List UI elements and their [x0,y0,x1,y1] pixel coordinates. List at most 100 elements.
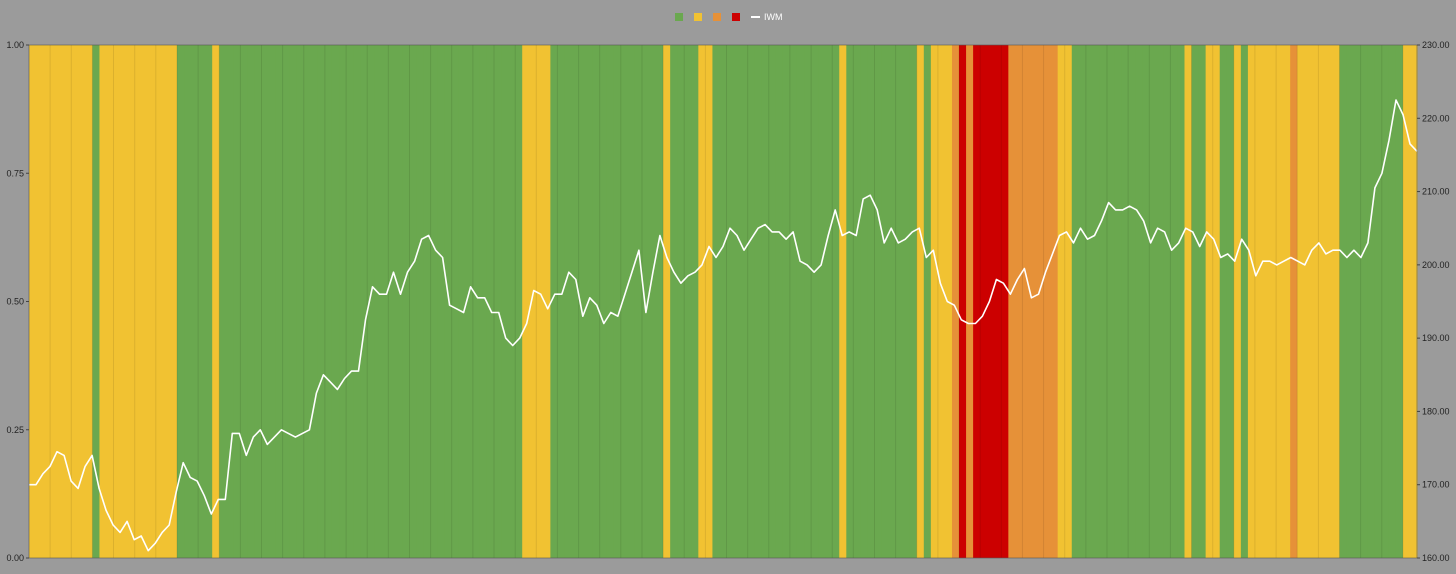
right-axis-tick-label: 230.00 [1422,40,1450,50]
regime-band [1078,45,1087,558]
regime-band [1254,45,1263,558]
regime-band [930,45,939,558]
regime-band [895,45,904,558]
regime-band [1332,45,1341,558]
regime-band [1001,45,1009,558]
regime-band [712,45,721,558]
regime-band [494,45,502,558]
regime-band [155,45,164,558]
regime-band [804,45,812,558]
regime-band [1163,45,1172,558]
regime-band [1135,45,1143,558]
regime-band [1297,45,1305,558]
regime-band [99,45,108,558]
regime-band [212,45,220,558]
regime-band [768,45,777,558]
regime-band [782,45,791,558]
regime-band [310,45,319,558]
regime-band [994,45,1002,558]
regime-band [367,45,375,558]
regime-band [1409,45,1418,558]
regime-band [36,45,44,558]
legend-label: IWM [764,12,783,22]
regime-band [853,45,861,558]
regime-band [57,45,65,558]
regime-band [1121,45,1129,558]
regime-band [324,45,333,558]
regime-band [796,45,805,558]
regime-band [888,45,897,558]
regime-band [761,45,770,558]
regime-band [663,45,671,558]
regime-band [916,45,925,558]
regime-band [1036,45,1045,558]
regime-band [754,45,763,558]
regime-band [627,45,636,558]
regime-band [1149,45,1157,558]
regime-band [825,45,833,558]
regime-band [141,45,150,558]
regime-band [360,45,368,558]
regime-band [656,45,664,558]
regime-band [43,45,51,558]
regime-band [1114,45,1122,558]
regime-band [451,45,460,558]
legend: IWM [675,12,783,22]
regime-band [649,45,657,558]
regime-band [303,45,312,558]
regime-band [501,45,509,558]
regime-band [909,45,918,558]
left-axis-tick-label: 1.00 [6,40,24,50]
regime-band [1360,45,1369,558]
regime-band [92,45,101,558]
regime-band [684,45,692,558]
regime-band [599,45,608,558]
regime-band [1226,45,1235,558]
regime-band [162,45,171,558]
regime-band [832,45,840,558]
right-axis-tick-label: 170.00 [1422,480,1450,490]
regime-band [169,45,178,558]
regime-band [233,45,241,558]
regime-band [1283,45,1291,558]
regime-band [733,45,742,558]
regime-band [1318,45,1327,558]
regime-band [585,45,594,558]
regime-band [1057,45,1066,558]
regime-band [261,45,270,558]
regime-band [536,45,544,558]
regime-band [966,45,974,558]
regime-band [1184,45,1193,558]
regime-band [1128,45,1136,558]
regime-band [1353,45,1362,558]
regime-band [388,45,396,558]
regime-band [148,45,157,558]
regime-band [1156,45,1164,558]
regime-band [339,45,347,558]
regime-band [1029,45,1038,558]
regime-band [987,45,995,558]
regime-band [1240,45,1249,558]
regime-band [1008,45,1016,558]
legend-swatch [732,13,740,21]
regime-band [874,45,883,558]
regime-band [247,45,256,558]
regime-band [353,45,361,558]
regime-band [1219,45,1228,558]
regime-band [1064,45,1073,558]
regime-band [472,45,481,558]
regime-band [719,45,728,558]
regime-band [1106,45,1115,558]
right-axis: 160.00 170.00 180.00 190.00 200.00 210.00 220.… [1417,40,1450,563]
regime-band [1276,45,1284,558]
legend-swatch [675,13,683,21]
left-axis-tick-label: 0.75 [6,168,24,178]
right-axis-tick-label: 210.00 [1422,187,1450,197]
right-axis-tick-label: 160.00 [1422,553,1450,563]
regime-band [726,45,735,558]
regime-band [317,45,326,558]
regime-band [395,45,404,558]
left-axis-tick-label: 0.00 [6,553,24,563]
regime-band [437,45,446,558]
right-axis-tick-label: 220.00 [1422,113,1450,123]
